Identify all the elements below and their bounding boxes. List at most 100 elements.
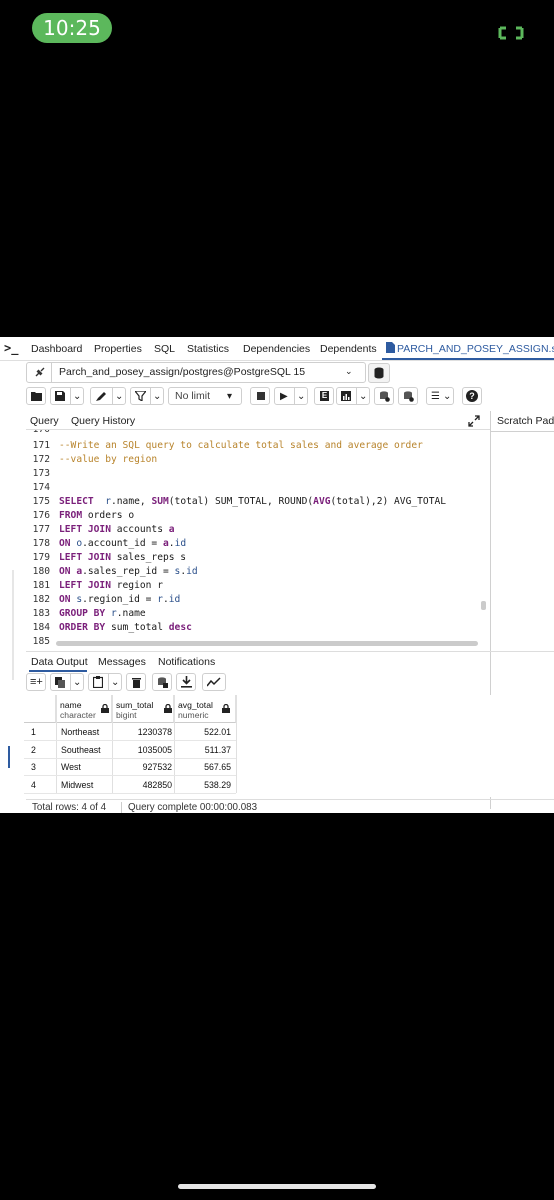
- paste-button[interactable]: ⌄: [88, 673, 122, 691]
- tab-messages[interactable]: Messages: [98, 656, 146, 668]
- graph-visualiser-button[interactable]: [202, 673, 226, 691]
- commit-button[interactable]: [374, 387, 394, 405]
- stop-button[interactable]: [250, 387, 270, 405]
- chevron-down-icon[interactable]: ⌄: [153, 390, 161, 403]
- tab-data-output[interactable]: Data Output: [31, 656, 88, 668]
- filter-icon: [135, 391, 146, 401]
- edit-button[interactable]: ⌄: [90, 387, 126, 405]
- code-line-join: LEFT JOIN sales_reps s: [59, 552, 187, 563]
- limit-select[interactable]: No limit ▾: [168, 387, 242, 405]
- terminal-icon[interactable]: >_: [4, 341, 18, 355]
- home-indicator[interactable]: [178, 1184, 376, 1189]
- cell-sum-total[interactable]: 1035005: [116, 745, 172, 755]
- help-button[interactable]: ?: [462, 387, 482, 405]
- caret-down-icon: ▾: [227, 391, 233, 402]
- filter-button[interactable]: ⌄: [130, 387, 164, 405]
- output-tab-bar: Data Output Messages Notifications: [26, 651, 554, 672]
- database-button[interactable]: [368, 363, 390, 383]
- tab-dependents[interactable]: Dependents: [320, 343, 377, 355]
- cell-name[interactable]: West: [61, 762, 81, 772]
- column-type: bigint: [116, 710, 137, 720]
- download-icon: [181, 676, 192, 688]
- explain-button[interactable]: E: [314, 387, 334, 405]
- cell-avg-total[interactable]: 522.01: [178, 727, 231, 737]
- explain-analyze-button[interactable]: ⌄: [336, 387, 370, 405]
- chevron-down-icon[interactable]: ⌄: [115, 390, 123, 403]
- sql-editor[interactable]: 170 171 172 173 174 175 176 177 178 179 …: [26, 429, 490, 650]
- tab-properties[interactable]: Properties: [94, 343, 142, 355]
- delete-button[interactable]: [126, 673, 146, 691]
- line-number: 172: [32, 454, 50, 465]
- save-data-button[interactable]: [152, 673, 172, 691]
- save-file-button[interactable]: ⌄: [50, 387, 84, 405]
- execute-button[interactable]: ▶ ⌄: [274, 387, 308, 405]
- table-row[interactable]: 3 West 927532 567.65: [24, 758, 236, 776]
- tab-notifications[interactable]: Notifications: [158, 656, 215, 668]
- list-icon: ☰: [431, 391, 440, 402]
- grid-column-divider: [236, 695, 237, 793]
- cell-sum-total[interactable]: 1230378: [116, 727, 172, 737]
- column-header-name[interactable]: name character: [56, 695, 112, 723]
- lock-icon: [222, 704, 230, 713]
- sidebar-selection-marker: [8, 746, 10, 768]
- divider: [150, 388, 151, 404]
- chevron-down-icon[interactable]: ⌄: [359, 390, 367, 403]
- connection-selector[interactable]: Parch_and_posey_assign/postgres@PostgreS…: [26, 362, 366, 383]
- tab-dependencies[interactable]: Dependencies: [243, 343, 310, 355]
- play-icon: ▶: [280, 391, 288, 402]
- line-number: 185: [32, 636, 50, 647]
- line-number: 184: [32, 622, 50, 633]
- left-edge: [0, 360, 18, 813]
- add-row-button[interactable]: ≡+: [26, 673, 46, 691]
- open-file-button[interactable]: [26, 387, 46, 405]
- line-number: 170: [32, 429, 50, 435]
- table-row[interactable]: 4 Midwest 482850 538.29: [24, 776, 236, 794]
- chevron-down-icon[interactable]: ⌄: [345, 366, 353, 377]
- tab-query-history[interactable]: Query History: [71, 415, 135, 427]
- table-row[interactable]: 2 Southeast 1035005 511.37: [24, 741, 236, 759]
- tab-statistics[interactable]: Statistics: [187, 343, 229, 355]
- line-number: 180: [32, 566, 50, 577]
- copy-button[interactable]: ⌄: [50, 673, 84, 691]
- tab-query-file[interactable]: PARCH_AND_POSEY_ASSIGN.sql*: [397, 343, 554, 355]
- rollback-button[interactable]: [398, 387, 418, 405]
- column-header-avg-total[interactable]: avg_total numeric: [174, 695, 236, 723]
- pencil-icon: [96, 392, 106, 401]
- column-type: character: [60, 710, 96, 720]
- cell-name[interactable]: Southeast: [61, 745, 101, 755]
- chevron-down-icon[interactable]: ⌄: [73, 676, 81, 689]
- chevron-down-icon[interactable]: ⌄: [297, 390, 305, 403]
- lock-icon: [164, 704, 172, 713]
- code-line-on: ON s.region_id = r.id: [59, 594, 181, 605]
- line-number: 171: [32, 440, 50, 451]
- tab-dashboard[interactable]: Dashboard: [31, 343, 82, 355]
- editor-horizontal-scrollbar[interactable]: [56, 641, 478, 646]
- table-row[interactable]: 1 Northeast 1230378 522.01: [24, 723, 236, 741]
- cell-avg-total[interactable]: 511.37: [178, 745, 231, 755]
- cell-sum-total[interactable]: 927532: [116, 762, 172, 772]
- database-check-icon: [380, 391, 390, 402]
- tab-sql[interactable]: SQL: [154, 343, 175, 355]
- sidebar-scroll-track: [12, 570, 14, 680]
- trash-icon: [132, 678, 141, 688]
- line-number: 175: [32, 496, 50, 507]
- chevron-down-icon[interactable]: ⌄: [111, 676, 119, 689]
- cell-sum-total[interactable]: 482850: [116, 780, 172, 790]
- cell-name[interactable]: Midwest: [61, 780, 93, 790]
- chevron-down-icon[interactable]: ⌄: [73, 390, 81, 403]
- column-header-sum-total[interactable]: sum_total bigint: [112, 695, 174, 723]
- download-button[interactable]: [176, 673, 196, 691]
- column-name: sum_total: [116, 700, 154, 710]
- database-rollback-icon: [404, 391, 414, 402]
- editor-vertical-scrollbar[interactable]: [481, 601, 486, 610]
- tab-query[interactable]: Query: [30, 415, 59, 427]
- expand-icon[interactable]: [468, 415, 480, 427]
- chevron-down-icon[interactable]: ⌄: [443, 390, 451, 403]
- cell-name[interactable]: Northeast: [61, 727, 99, 737]
- cell-avg-total[interactable]: 538.29: [178, 780, 231, 790]
- fullscreen-icon[interactable]: [498, 26, 524, 40]
- cell-avg-total[interactable]: 567.65: [178, 762, 231, 772]
- macros-button[interactable]: ☰ ⌄: [426, 387, 454, 405]
- status-time: 10:25: [32, 13, 112, 43]
- divider: [70, 674, 71, 690]
